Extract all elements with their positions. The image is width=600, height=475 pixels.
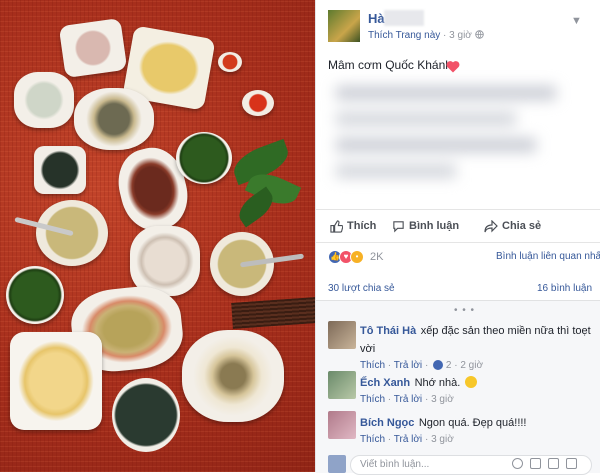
- comment-author[interactable]: Ếch Xanh: [360, 377, 410, 389]
- post-time[interactable]: 3 giờ: [449, 30, 472, 41]
- comment-label: Bình luận: [409, 220, 460, 232]
- comment-sort-dropdown[interactable]: Bình luận liên quan nhất ▾: [496, 251, 600, 262]
- reply-placeholder: Viết bình luận...: [360, 459, 430, 470]
- chopsticks: [231, 297, 315, 329]
- redacted-name: [384, 10, 424, 26]
- comment-author[interactable]: Bích Ngọc: [360, 417, 414, 429]
- sauce-dish-2: [242, 90, 274, 116]
- like-label: Thích: [347, 220, 377, 232]
- author-name[interactable]: Hà: [368, 11, 385, 26]
- comment-avatar[interactable]: [328, 371, 356, 399]
- facebook-post-viewer: Hà Thích Trang này · 3 giờ ▼ Mâm cơm Quố…: [0, 0, 600, 475]
- comment-item: Tô Thái Hà xếp đặc sản theo miền nữa thì…: [360, 321, 596, 371]
- smile-icon[interactable]: [512, 458, 523, 469]
- plate-clams: [74, 88, 154, 150]
- comment-time[interactable]: 3 giờ: [431, 394, 454, 405]
- comment-meta: Thích · Trả lời · 3 giờ: [360, 434, 454, 445]
- chevron-down-icon[interactable]: ▼: [571, 15, 582, 27]
- viewer-avatar: [328, 455, 346, 473]
- plate-banh-cuon: [182, 330, 284, 422]
- comment-time[interactable]: 3 giờ: [431, 434, 454, 445]
- sauce-dish-1: [218, 52, 242, 72]
- share-button[interactable]: Chia sẻ: [484, 210, 541, 242]
- comment-item: Bích Ngọc Ngon quá. Đẹp quá!!!! Thích · …: [360, 413, 596, 445]
- comment-item: Ếch Xanh Nhớ nhà. Thích · Trả lời · 3 gi…: [360, 373, 596, 405]
- page-avatar[interactable]: [328, 10, 360, 42]
- comment-time[interactable]: 2 giờ: [460, 360, 483, 371]
- plate-black-cakes: [112, 378, 180, 452]
- comment-like-link[interactable]: Thích: [360, 394, 385, 405]
- comment-button[interactable]: Bình luận: [392, 210, 459, 242]
- share-label: Chia sẻ: [502, 220, 542, 232]
- plate-dark-cakes: [34, 146, 86, 194]
- sticker-icon[interactable]: [566, 458, 577, 469]
- more-comments-dots[interactable]: • • •: [454, 305, 475, 316]
- comment-count[interactable]: 16 bình luận: [537, 283, 592, 294]
- comment-like-badge-icon: [433, 360, 444, 371]
- share-icon: [484, 219, 498, 232]
- smile-emoji-icon: [464, 376, 477, 388]
- comment-author[interactable]: Tô Thái Hà: [360, 325, 416, 337]
- post-caption: Mâm cơm Quốc Khánh: [328, 58, 452, 72]
- post-meta: Thích Trang này · 3 giờ: [368, 30, 484, 41]
- globe-icon: [474, 30, 484, 41]
- wow-reaction-icon: •: [350, 250, 364, 264]
- thumbs-up-icon: [330, 219, 343, 233]
- action-bar: Thích Bình luận Chia sẻ: [316, 209, 600, 243]
- post-photo[interactable]: [0, 0, 315, 472]
- comment-text: Ngon quá. Đẹp quá!!!!: [418, 417, 527, 429]
- heart-icon: [446, 61, 460, 73]
- bowl-greens: [176, 132, 232, 184]
- comment-like-link[interactable]: Thích: [360, 360, 385, 371]
- bowl-spinach: [6, 266, 64, 324]
- comment-reply-link[interactable]: Trả lời: [394, 394, 422, 405]
- comment-meta: Thích · Trả lời · 2 · 2 giờ: [360, 360, 484, 371]
- gif-icon[interactable]: [548, 458, 559, 469]
- share-count[interactable]: 30 lượt chia sẻ: [328, 283, 395, 294]
- post-panel: Hà Thích Trang này · 3 giờ ▼ Mâm cơm Quố…: [315, 0, 600, 475]
- comment-text: Nhớ nhà.: [414, 377, 461, 389]
- comment-avatar[interactable]: [328, 321, 356, 349]
- redacted-post-text: [336, 80, 586, 190]
- comment-meta: Thích · Trả lời · 3 giờ: [360, 394, 454, 405]
- plate-spring-rolls: [14, 72, 74, 128]
- comments-section: • • • Tô Thái Hà xếp đặc sản theo miền n…: [316, 300, 600, 475]
- comment-icon: [393, 220, 404, 232]
- plate-sliced-pork: [58, 17, 128, 79]
- like-button[interactable]: Thích: [330, 210, 376, 242]
- plate-boiled-chicken: [10, 332, 102, 430]
- plate-boiled-pork: [130, 226, 200, 296]
- meta-separator: ·: [443, 30, 447, 41]
- comment-avatar[interactable]: [328, 411, 356, 439]
- camera-icon[interactable]: [530, 458, 541, 469]
- comment-reply-link[interactable]: Trả lời: [394, 434, 422, 445]
- comment-like-count[interactable]: 2: [446, 360, 452, 371]
- like-page-link[interactable]: Thích Trang này: [368, 30, 440, 41]
- comment-like-link[interactable]: Thích: [360, 434, 385, 445]
- comment-reply-link[interactable]: Trả lời: [394, 360, 422, 371]
- reaction-count[interactable]: 2K: [370, 251, 383, 263]
